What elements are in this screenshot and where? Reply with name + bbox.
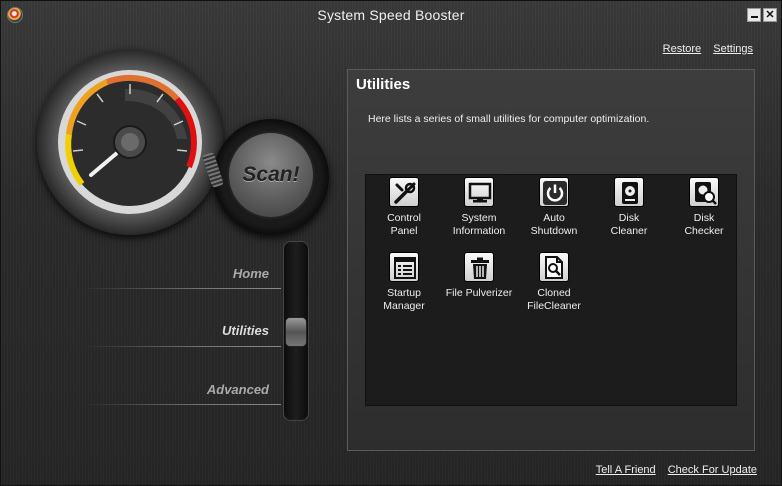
utility-auto-shutdown[interactable]: Auto Shutdown	[516, 177, 592, 238]
nav-divider	[81, 404, 281, 405]
nav-divider	[81, 288, 281, 289]
utility-label: File Pulverizer	[445, 287, 513, 299]
nav-item-utilities[interactable]: Utilities	[1, 323, 281, 345]
settings-link[interactable]: Settings	[713, 43, 753, 55]
scan-button[interactable]: Scan!	[227, 131, 315, 219]
app-window: System Speed Booster ✕ Restore Settings	[0, 0, 782, 486]
utility-file-pulverizer[interactable]: File Pulverizer	[441, 252, 517, 300]
panel-title: Utilities	[356, 76, 411, 93]
startup-list-icon	[389, 252, 419, 282]
nav-item-home[interactable]: Home	[1, 266, 281, 288]
utilities-panel: Utilities Here lists a series of small u…	[347, 69, 755, 451]
minimize-button[interactable]	[747, 8, 761, 22]
disk-check-icon	[689, 177, 719, 207]
utility-label: Startup Manager	[383, 287, 425, 312]
utility-control-panel[interactable]: Control Panel	[366, 177, 442, 238]
tools-icon	[389, 177, 419, 207]
nav-divider	[81, 346, 281, 347]
utility-disk-cleaner[interactable]: Disk Cleaner	[591, 177, 667, 238]
tell-a-friend-link[interactable]: Tell A Friend	[596, 464, 656, 476]
restore-link[interactable]: Restore	[663, 43, 702, 55]
top-links: Restore Settings	[654, 43, 753, 55]
panel-description: Here lists a series of small utilities f…	[368, 113, 650, 125]
utility-label: Cloned FileCleaner	[527, 287, 581, 312]
title-bar[interactable]: System Speed Booster ✕	[1, 1, 781, 31]
utility-disk-checker[interactable]: Disk Checker	[666, 177, 742, 238]
nav-item-advanced[interactable]: Advanced	[1, 382, 281, 404]
utility-label: Disk Cleaner	[610, 212, 648, 237]
nav-slider-thumb[interactable]	[285, 317, 307, 347]
gauge-dial	[58, 70, 202, 214]
utility-system-information[interactable]: System Information	[441, 177, 517, 238]
speed-gauge	[37, 49, 227, 235]
utility-label: Auto Shutdown	[530, 212, 578, 237]
utilities-grid: Control Panel System Information Auto Sh…	[365, 174, 737, 406]
disk-icon	[614, 177, 644, 207]
trash-icon	[464, 252, 494, 282]
utility-label: Disk Checker	[684, 212, 724, 237]
utility-cloned-filecleaner[interactable]: Cloned FileCleaner	[516, 252, 592, 313]
power-icon	[539, 177, 569, 207]
utility-label: System Information	[452, 212, 506, 237]
check-for-update-link[interactable]: Check For Update	[668, 464, 757, 476]
file-search-icon	[539, 252, 569, 282]
close-button[interactable]: ✕	[763, 8, 777, 22]
window-title: System Speed Booster	[317, 7, 465, 23]
bottom-links: Tell A Friend Check For Update	[587, 464, 757, 476]
monitor-icon	[464, 177, 494, 207]
utility-label: Control Panel	[387, 212, 421, 237]
utility-startup-manager[interactable]: Startup Manager	[366, 252, 442, 313]
